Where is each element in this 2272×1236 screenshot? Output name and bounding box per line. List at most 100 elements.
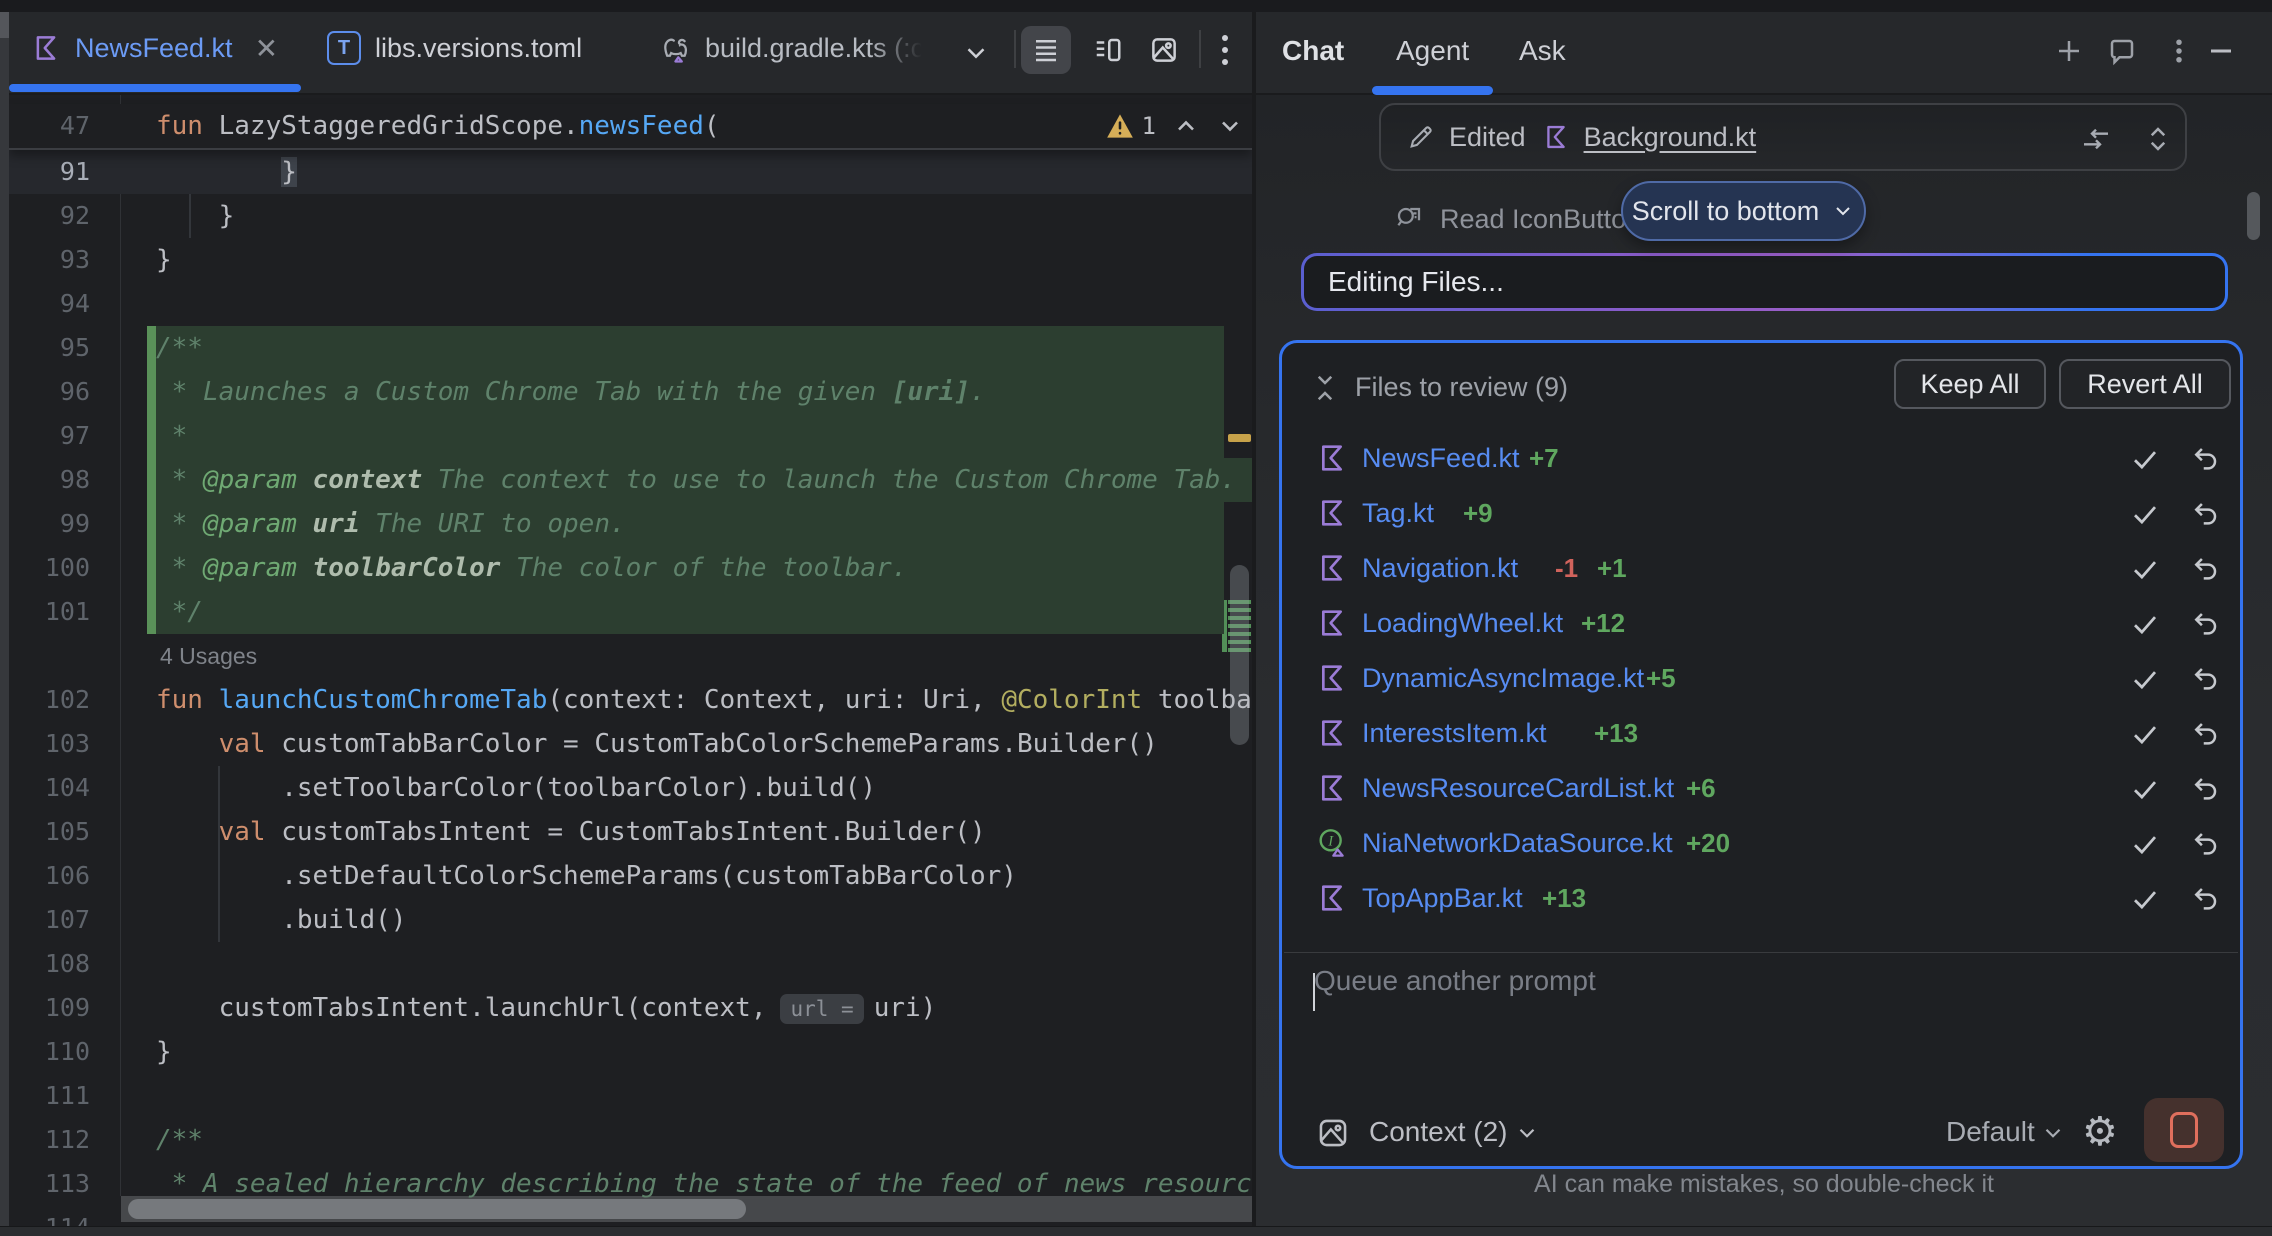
accept-file-button[interactable] [2130, 554, 2160, 584]
accept-file-button[interactable] [2130, 774, 2160, 804]
prompt-input[interactable] [1312, 963, 2196, 1087]
line-number[interactable]: 104 [9, 766, 90, 810]
line-number[interactable]: 106 [9, 854, 90, 898]
tab-build-gradle-kts[interactable]: build.gradle.kts (:c [657, 12, 924, 84]
accept-file-button[interactable] [2130, 829, 2160, 859]
code-line-106[interactable]: 106 .setDefaultColorSchemeParams(customT… [9, 854, 1252, 898]
expand-icon[interactable] [2143, 123, 2173, 155]
code-line-93[interactable]: 93} [9, 238, 1252, 282]
chevron-down-icon[interactable] [1514, 1120, 1540, 1146]
tab-agent[interactable]: Agent [1396, 12, 1469, 90]
revert-file-button[interactable] [2190, 444, 2220, 474]
line-number[interactable]: 47 [9, 104, 90, 148]
code-line-92[interactable]: 92 } [9, 194, 1252, 238]
file-review-row[interactable]: NewsResourceCardList.kt+6 [1282, 766, 2240, 810]
file-link[interactable]: NewsFeed.kt [1362, 436, 1520, 480]
line-view-button[interactable] [1021, 26, 1071, 74]
edited-file-link[interactable]: Background.kt [1584, 122, 1757, 153]
file-review-row[interactable]: Navigation.kt-1+1 [1282, 546, 2240, 590]
code-line-102[interactable]: 102fun launchCustomChromeTab(context: Co… [9, 678, 1252, 722]
code-line-98[interactable]: 98 * @param context The context to use t… [9, 458, 1252, 502]
code-line-100[interactable]: 100 * @param toolbarColor The color of t… [9, 546, 1252, 590]
edited-file-card[interactable]: Edited Background.kt [1379, 103, 2187, 171]
code-line-91[interactable]: 91 } [9, 150, 1252, 194]
compare-icon[interactable] [2079, 123, 2113, 155]
file-link[interactable]: LoadingWheel.kt [1362, 601, 1563, 645]
revert-file-button[interactable] [2190, 554, 2220, 584]
line-number[interactable]: 103 [9, 722, 90, 766]
split-view-button[interactable] [1083, 26, 1133, 74]
warning-badge[interactable]: 1 [1106, 104, 1156, 148]
next-issue-icon[interactable] [1216, 112, 1244, 140]
code-line-99[interactable]: 99 * @param uri The URI to open. [9, 502, 1252, 546]
accept-file-button[interactable] [2130, 499, 2160, 529]
code-line-95[interactable]: 95/** [9, 326, 1252, 370]
code-line-101[interactable]: 101 */ [9, 590, 1252, 634]
file-review-row[interactable]: NewsFeed.kt+7 [1282, 436, 2240, 480]
code-line-103[interactable]: 103 val customTabBarColor = CustomTabCol… [9, 722, 1252, 766]
line-number[interactable]: 102 [9, 678, 90, 722]
file-review-row[interactable]: DynamicAsyncImage.kt+5 [1282, 656, 2240, 700]
file-link[interactable]: NiaNetworkDataSource.kt [1362, 821, 1673, 865]
revert-file-button[interactable] [2190, 664, 2220, 694]
line-number[interactable]: 107 [9, 898, 90, 942]
context-selector[interactable]: Context (2) [1369, 1108, 1508, 1156]
file-review-row[interactable]: INiaNetworkDataSource.kt+20 [1282, 821, 2240, 865]
chevron-down-icon[interactable] [961, 38, 991, 68]
line-number[interactable]: 108 [9, 942, 90, 986]
code-line-113[interactable]: 113 * A sealed hierarchy describing the … [9, 1162, 1252, 1206]
model-selector[interactable]: Default [1946, 1108, 2035, 1156]
plus-icon[interactable] [2054, 36, 2084, 66]
line-number[interactable]: 95 [9, 326, 90, 370]
file-review-row[interactable]: InterestsItem.kt+13 [1282, 711, 2240, 755]
code-line-109[interactable]: 109 customTabsIntent.launchUrl(context,u… [9, 986, 1252, 1030]
prev-issue-icon[interactable] [1172, 112, 1200, 140]
revert-file-button[interactable] [2190, 829, 2220, 859]
gear-icon[interactable]: ⚙ [2082, 1108, 2118, 1156]
minimize-icon[interactable] [2206, 36, 2236, 66]
accept-file-button[interactable] [2130, 719, 2160, 749]
code-line-110[interactable]: 110} [9, 1030, 1252, 1074]
file-review-row[interactable]: LoadingWheel.kt+12 [1282, 601, 2240, 645]
more-options-icon[interactable] [1205, 26, 1245, 74]
preview-button[interactable] [1139, 26, 1189, 74]
revert-file-button[interactable] [2190, 499, 2220, 529]
line-number[interactable]: 111 [9, 1074, 90, 1118]
accept-file-button[interactable] [2130, 884, 2160, 914]
comment-icon[interactable] [2107, 36, 2137, 66]
code-line-111[interactable]: 111 [9, 1074, 1252, 1118]
file-review-row[interactable]: Tag.kt+9 [1282, 491, 2240, 535]
code-line-108[interactable]: 108 [9, 942, 1252, 986]
line-number[interactable]: 98 [9, 458, 90, 502]
line-number[interactable]: 96 [9, 370, 90, 414]
file-link[interactable]: InterestsItem.kt [1362, 711, 1547, 755]
revert-all-button[interactable]: Revert All [2059, 359, 2231, 409]
attach-image-icon[interactable] [1316, 1116, 1350, 1150]
revert-file-button[interactable] [2190, 609, 2220, 639]
usages-inlay[interactable]: 4 Usages [9, 634, 1252, 678]
code-line-97[interactable]: 97 * [9, 414, 1252, 458]
code-line-112[interactable]: 112/** [9, 1118, 1252, 1162]
tab-libs-versions-toml[interactable]: T libs.versions.toml [327, 12, 582, 84]
accept-file-button[interactable] [2130, 609, 2160, 639]
file-link[interactable]: NewsResourceCardList.kt [1362, 766, 1674, 810]
file-review-row[interactable]: TopAppBar.kt+13 [1282, 876, 2240, 920]
sticky-code-line[interactable]: 47 fun LazyStaggeredGridScope.newsFeed( … [9, 104, 1252, 150]
chevron-down-icon[interactable] [2040, 1120, 2066, 1146]
file-link[interactable]: DynamicAsyncImage.kt [1362, 656, 1644, 700]
file-link[interactable]: Tag.kt [1362, 491, 1434, 535]
line-number[interactable]: 112 [9, 1118, 90, 1162]
line-number[interactable]: 113 [9, 1162, 90, 1206]
close-icon[interactable]: ✕ [255, 32, 278, 65]
code-line-94[interactable]: 94 [9, 282, 1252, 326]
tab-newsfeed-kt[interactable]: NewsFeed.kt ✕ [31, 12, 278, 84]
keep-all-button[interactable]: Keep All [1894, 359, 2046, 409]
line-number[interactable]: 105 [9, 810, 90, 854]
line-number[interactable]: 109 [9, 986, 90, 1030]
line-number[interactable]: 99 [9, 502, 90, 546]
file-link[interactable]: TopAppBar.kt [1362, 876, 1523, 920]
accept-file-button[interactable] [2130, 664, 2160, 694]
stop-button[interactable] [2144, 1098, 2224, 1162]
code-editor[interactable]: 91 }92 }93}9495/**96 * Launches a Custom… [9, 95, 1252, 1236]
revert-file-button[interactable] [2190, 719, 2220, 749]
